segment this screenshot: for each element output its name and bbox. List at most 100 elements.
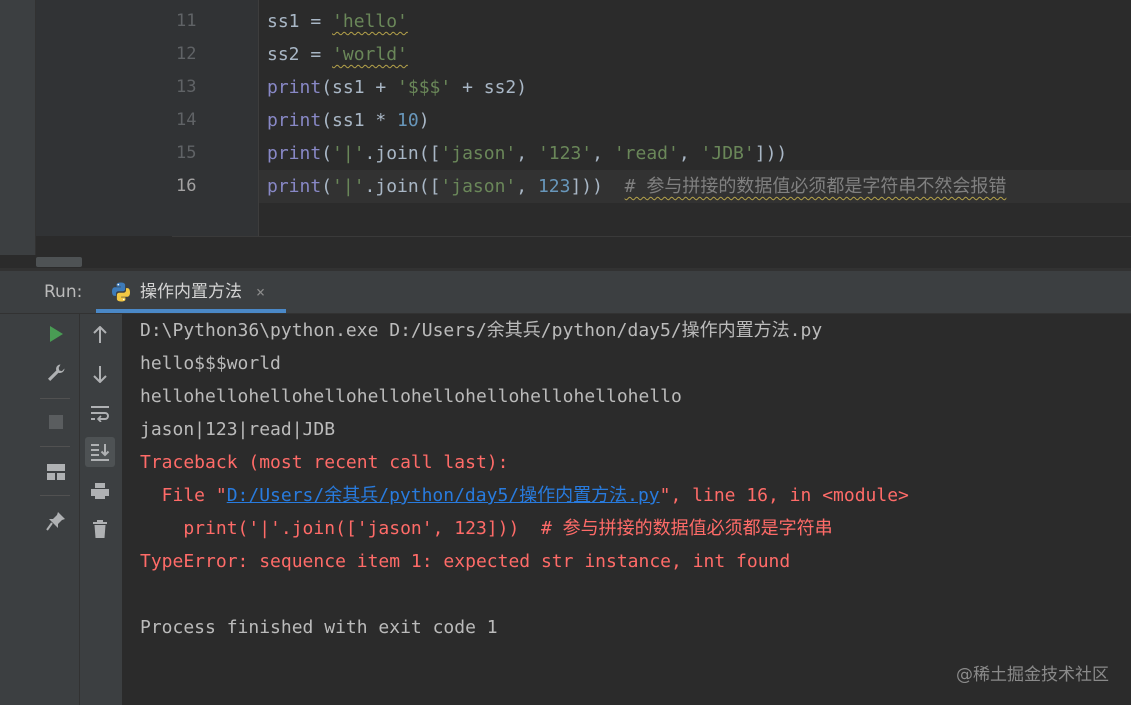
code-token: '|' — [332, 176, 365, 197]
code-token: (ss1 + — [321, 77, 398, 98]
code-line[interactable]: 16 print('|'.join(['jason', 123])) # 参与拼接… — [0, 170, 1131, 203]
pin-tab-button[interactable] — [41, 506, 71, 536]
console-line: File "D:/Users/余其兵/python/day5/操作内置方法.py… — [140, 479, 909, 512]
code-token: ( — [321, 143, 333, 164]
pin-icon — [46, 512, 65, 531]
wrench-icon — [48, 364, 65, 381]
code-token: 'jason' — [440, 143, 517, 164]
console-line: Process finished with exit code 1 — [140, 617, 498, 638]
code-token: + ss2) — [451, 77, 528, 98]
print-icon — [91, 483, 109, 499]
console-line: jason|123|read|JDB — [140, 419, 336, 440]
source-file-link[interactable]: D:/Users/余其兵/python/day5/操作内置方法.py — [227, 485, 660, 506]
code-token: ss2 = — [267, 44, 333, 65]
run-toolbar-left — [0, 314, 80, 705]
layout-icon — [47, 464, 65, 480]
clear-all-button[interactable] — [85, 514, 115, 544]
file-suffix: ", line 16, in <module> — [659, 485, 909, 506]
scroll-to-end-icon — [91, 444, 110, 461]
console-line: hellohellohellohellohellohellohellohello… — [140, 386, 682, 407]
editor-bottom-area — [172, 236, 1131, 256]
code-text: print('|'.join(['jason', 123])) # 参与拼接的数… — [267, 170, 1006, 203]
toolbar-divider — [40, 495, 70, 496]
code-token: ])) — [754, 143, 788, 164]
code-token: print — [267, 176, 322, 197]
code-token: print — [267, 77, 322, 98]
code-text: print(ss1 * 10) — [267, 104, 430, 137]
console-line: print('|'.join(['jason', 123])) # 参与拼接的数… — [140, 518, 833, 539]
close-tab-icon[interactable]: × — [256, 271, 265, 313]
code-token: '123' — [537, 143, 593, 164]
code-token: , — [516, 143, 538, 164]
code-line[interactable]: 13 print(ss1 + '$$$' + ss2) — [0, 71, 1131, 104]
run-panel-header: Run: 操作内置方法 × — [0, 271, 1131, 314]
settings-button[interactable] — [41, 358, 71, 388]
rerun-button[interactable] — [41, 319, 71, 349]
tab-run-config[interactable]: 操作内置方法 × — [96, 271, 284, 313]
up-stack-trace-button[interactable] — [85, 320, 115, 350]
code-line[interactable]: 15 print('|'.join(['jason', '123', 'read'… — [0, 137, 1131, 170]
watermark: @稀土掘金技术社区 — [956, 665, 1109, 685]
code-token: # 参与拼接的数据值必须都是字符串不然会报错 — [624, 176, 1007, 197]
code-text: print('|'.join(['jason', '123', 'read', … — [267, 137, 787, 170]
console-output[interactable]: D:\Python36\python.exe D:/Users/余其兵/pyth… — [122, 314, 1131, 705]
code-token: , — [516, 176, 538, 197]
console-line: Traceback (most recent call last): — [140, 452, 509, 473]
code-token: , — [678, 143, 701, 164]
line-number: 15 — [176, 143, 197, 163]
code-token: print — [267, 143, 322, 164]
code-token: .join([ — [364, 143, 441, 164]
code-line[interactable]: 12 ss2 = 'world' — [0, 38, 1131, 71]
arrow-up-icon — [93, 326, 107, 343]
code-token: '|' — [332, 143, 365, 164]
layout-button[interactable] — [41, 457, 71, 487]
arrow-down-icon — [93, 366, 107, 383]
code-text: ss1 = 'hello' — [267, 5, 408, 38]
line-number: 14 — [176, 110, 197, 130]
code-token: 'jason' — [440, 176, 517, 197]
horizontal-scrollbar-thumb[interactable] — [36, 257, 82, 267]
code-token: ])) — [570, 176, 625, 197]
code-token: (ss1 * — [321, 110, 398, 131]
code-token: , — [592, 143, 614, 164]
code-token: 'JDB' — [700, 143, 755, 164]
line-number: 11 — [176, 11, 197, 31]
code-token: print — [267, 110, 322, 131]
print-button[interactable] — [85, 476, 115, 506]
trash-icon — [93, 520, 107, 538]
code-token: .join([ — [364, 176, 441, 197]
down-stack-trace-button[interactable] — [85, 359, 115, 389]
run-toolbar-right — [80, 314, 123, 705]
code-editor[interactable]: 11 ss1 = 'hello' 12 ss2 = 'world' 13 print(ss… — [0, 0, 1131, 256]
code-token: ss1 = — [267, 11, 333, 32]
file-prefix: File " — [140, 485, 227, 506]
code-token: ( — [321, 176, 333, 197]
stop-icon — [49, 415, 63, 429]
code-token: '$$$' — [397, 77, 452, 98]
line-number: 12 — [176, 44, 197, 64]
soft-wrap-button[interactable] — [85, 398, 115, 428]
console-line: D:\Python36\python.exe D:/Users/余其兵/pyth… — [140, 320, 823, 341]
soft-wrap-icon — [91, 406, 109, 422]
tab-label: 操作内置方法 — [140, 282, 242, 302]
console-line: hello$$$world — [140, 353, 281, 374]
stop-button[interactable] — [41, 407, 71, 437]
code-line[interactable]: 11 ss1 = 'hello' — [0, 5, 1131, 38]
code-text: ss2 = 'world' — [267, 38, 408, 71]
scroll-to-end-button[interactable] — [85, 437, 115, 467]
code-token: 123 — [537, 176, 571, 197]
toolbar-divider — [40, 446, 70, 447]
active-tab-indicator — [96, 309, 286, 313]
code-text: print(ss1 + '$$$' + ss2) — [267, 71, 527, 104]
code-line[interactable]: 14 print(ss1 * 10) — [0, 104, 1131, 137]
python-icon — [112, 282, 130, 302]
run-label: Run: — [44, 282, 83, 302]
toolbar-divider — [40, 398, 70, 399]
code-token: 10 — [397, 110, 419, 131]
code-token: 'read' — [613, 143, 679, 164]
line-number: 13 — [176, 77, 197, 97]
console-line: TypeError: sequence item 1: expected str… — [140, 551, 791, 572]
code-token: ) — [418, 110, 430, 131]
code-token: 'world' — [332, 44, 408, 65]
line-number: 16 — [176, 176, 197, 196]
